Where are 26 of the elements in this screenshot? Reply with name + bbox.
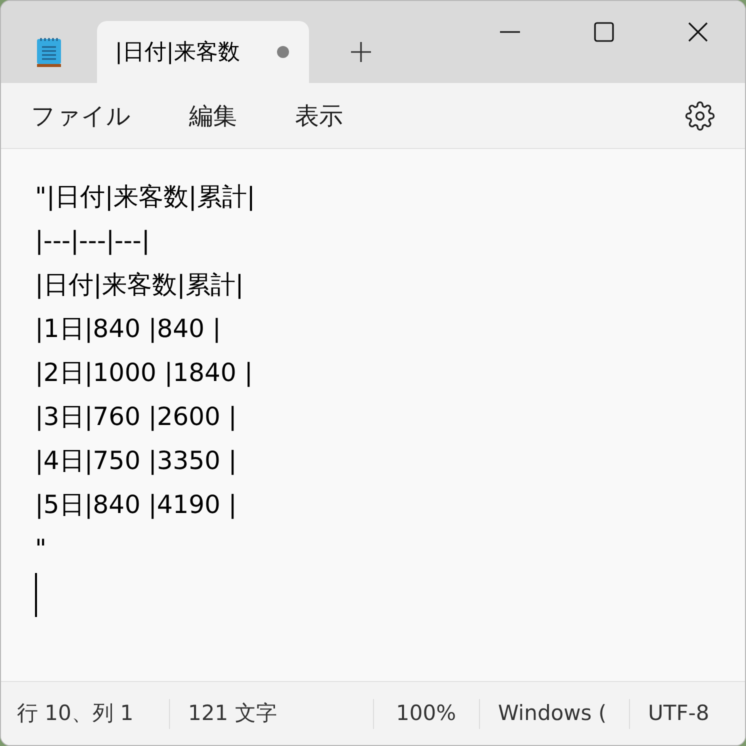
text-line: " xyxy=(35,533,46,565)
status-text: UTF-8 xyxy=(648,700,710,727)
status-text: Windows ( xyxy=(498,700,607,727)
status-text: 行 10、列 1 xyxy=(17,700,134,727)
notepad-icon xyxy=(36,36,62,68)
status-text: 121 文字 xyxy=(188,700,277,727)
new-tab-icon[interactable] xyxy=(350,41,372,63)
text-line: |4日|750 |3350 | xyxy=(35,445,237,477)
maximize-icon[interactable] xyxy=(594,22,614,42)
menu-item[interactable]: ファイル xyxy=(19,98,143,134)
text-line: |3日|760 |2600 | xyxy=(35,401,237,433)
document-tab[interactable]: |日付|来客数 xyxy=(97,21,309,83)
settings-icon[interactable] xyxy=(685,100,715,130)
text-line: |2日|1000 |1840 | xyxy=(35,357,253,389)
text-line: "|日付|来客数|累計| xyxy=(35,181,256,213)
text-line: |---|---|---| xyxy=(35,225,150,257)
menu-item[interactable]: 表示 xyxy=(283,98,355,134)
text-line: |1日|840 |840 | xyxy=(35,313,221,345)
minimize-icon[interactable] xyxy=(500,31,520,33)
close-icon[interactable] xyxy=(688,22,708,42)
text-line: |5日|840 |4190 | xyxy=(35,489,237,521)
status-text: 100% xyxy=(396,700,456,727)
text-cursor xyxy=(35,573,37,617)
text-line: |日付|来客数|累計| xyxy=(35,269,244,301)
menu-item[interactable]: 編集 xyxy=(177,98,249,134)
tab-title: |日付|来客数 xyxy=(115,38,241,66)
